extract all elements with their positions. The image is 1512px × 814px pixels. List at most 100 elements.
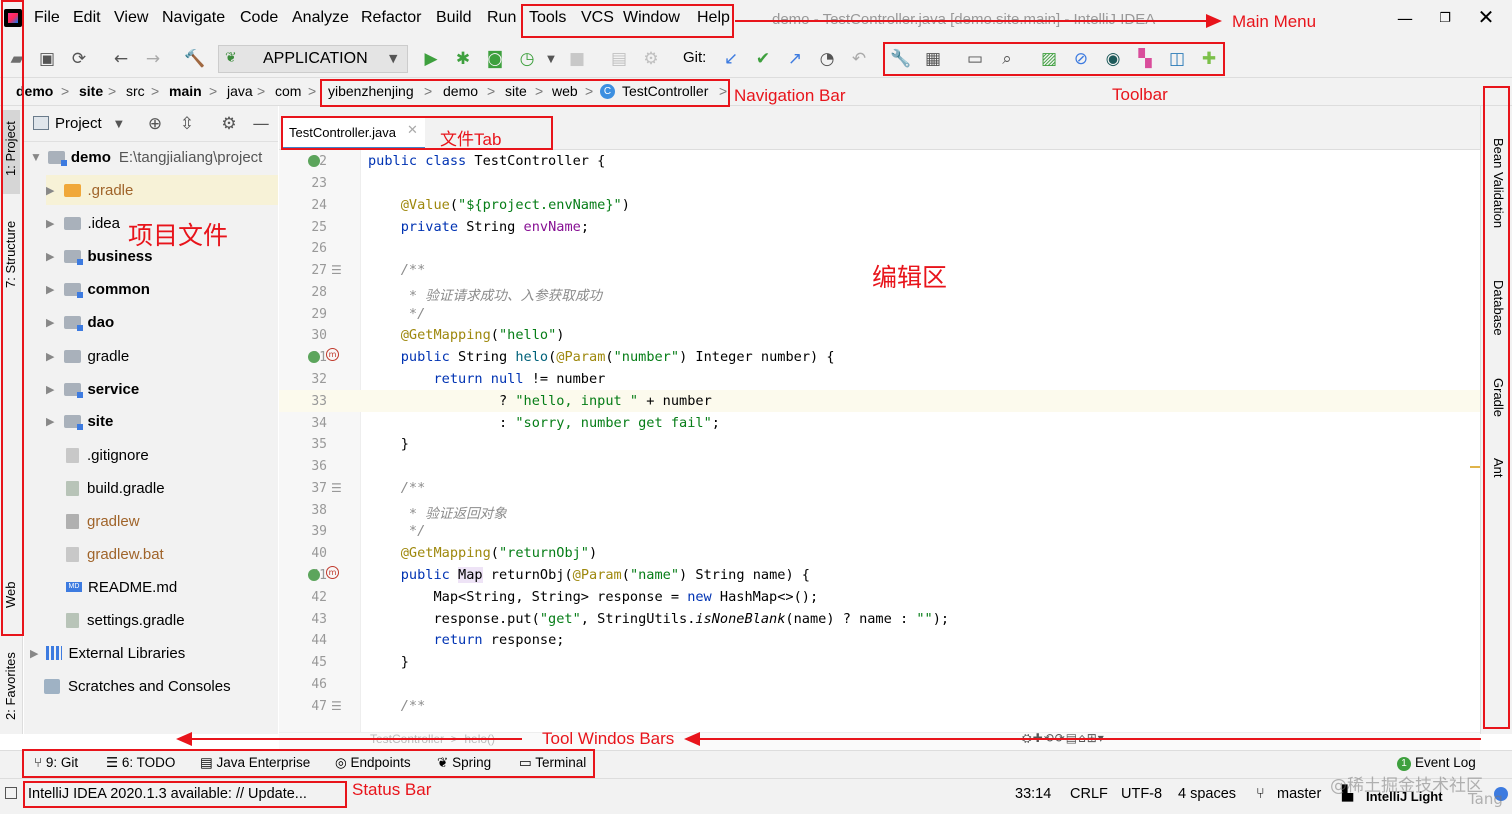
settings-wrench-icon[interactable]: 🔧 xyxy=(888,46,914,72)
crumb-com[interactable]: com xyxy=(275,83,301,99)
tree-item[interactable]: gradlew.bat xyxy=(66,539,164,569)
menu-run[interactable]: Run xyxy=(487,9,516,27)
tree-item[interactable]: gradlew xyxy=(66,506,140,536)
status-encoding[interactable]: UTF-8 xyxy=(1121,786,1162,802)
menu-vcs[interactable]: VCS xyxy=(581,9,614,27)
statistic-icon[interactable]: ▨ xyxy=(1036,46,1062,72)
puzzle-icon[interactable]: ✚ xyxy=(1196,46,1222,72)
status-branch[interactable]: master xyxy=(1277,786,1321,802)
tab-structure[interactable]: 7: Structure xyxy=(3,221,18,288)
doc-render-icon[interactable]: ☰ xyxy=(331,263,342,277)
close-tab-icon[interactable]: ✕ xyxy=(407,123,418,138)
tree-root[interactable]: ▼ demo E:\tangjialiang\project xyxy=(30,142,262,172)
save-icon[interactable]: ▣ xyxy=(34,46,60,72)
forward-icon[interactable]: → xyxy=(140,46,166,72)
doc-render-icon[interactable]: ☰ xyxy=(331,481,342,495)
tab-ant[interactable]: Ant xyxy=(1491,458,1506,478)
search-icon[interactable]: ⌕ xyxy=(994,46,1020,72)
jrebel-icon[interactable]: ◫ xyxy=(1164,46,1190,72)
tool-event-log[interactable]: Event Log xyxy=(1415,755,1476,770)
editor-tab[interactable]: TestController.java ✕ xyxy=(281,118,425,150)
mapping-gutter-icon[interactable]: m xyxy=(326,348,339,361)
tab-database[interactable]: Database xyxy=(1491,280,1506,336)
menu-view[interactable]: View xyxy=(114,9,148,27)
sync-icon[interactable]: ⟳ xyxy=(66,46,92,72)
tree-item[interactable]: settings.gradle xyxy=(66,605,185,635)
stop-icon[interactable]: ■ xyxy=(564,46,590,72)
debug-icon[interactable]: ✱ xyxy=(450,46,476,72)
status-indent[interactable]: 4 spaces xyxy=(1178,786,1236,802)
collapse-all-icon[interactable]: ⇳ xyxy=(177,114,197,134)
status-message[interactable]: IntelliJ IDEA 2020.1.3 available: // Upd… xyxy=(28,786,307,802)
tree-item[interactable]: ▶ gradle xyxy=(46,341,129,371)
git-push-icon[interactable]: ↗ xyxy=(782,46,808,72)
git-update-icon[interactable]: ↙ xyxy=(718,46,744,72)
crumb-src[interactable]: src xyxy=(126,83,145,99)
tool-endpoints[interactable]: ◎ Endpoints xyxy=(335,755,411,771)
attach-icon[interactable]: ▤ xyxy=(606,46,632,72)
profile-icon[interactable]: ◷ xyxy=(514,46,540,72)
crumb-main[interactable]: main xyxy=(169,83,202,99)
mapping-gutter-icon[interactable]: m xyxy=(326,566,339,579)
restore-icon[interactable]: ❐ xyxy=(1434,8,1456,28)
tool-java-enterprise[interactable]: ▤ Java Enterprise xyxy=(200,755,310,771)
back-icon[interactable]: ← xyxy=(108,46,134,72)
tree-item[interactable]: .gitignore xyxy=(66,440,149,470)
crumb-demo[interactable]: demo xyxy=(16,83,53,99)
locate-icon[interactable]: ⊕ xyxy=(145,114,165,134)
chevron-down-icon[interactable]: ▼ xyxy=(115,119,123,130)
crumb-testcontroller[interactable]: TestController xyxy=(622,83,708,99)
more-run-icon[interactable]: ▼ xyxy=(538,46,564,72)
tree-item[interactable]: ▶ common xyxy=(46,274,150,304)
hide-panel-icon[interactable]: — xyxy=(251,114,271,134)
tab-web[interactable]: Web xyxy=(3,582,18,609)
tree-item[interactable]: ▶ site xyxy=(46,406,113,436)
git-rollback-icon[interactable]: ↶ xyxy=(846,46,872,72)
open-folder-icon[interactable]: ▰ xyxy=(4,46,30,72)
tab-favorites[interactable]: 2: Favorites xyxy=(3,652,18,720)
menu-help[interactable]: Help xyxy=(697,9,730,27)
disable-icon[interactable]: ⊘ xyxy=(1068,46,1094,72)
status-position[interactable]: 33:14 xyxy=(1015,786,1051,802)
crumb-java[interactable]: java xyxy=(227,83,253,99)
tab-bean-validation[interactable]: Bean Validation xyxy=(1491,138,1506,228)
tab-gradle[interactable]: Gradle xyxy=(1491,378,1506,417)
crumb-web[interactable]: web xyxy=(552,83,578,99)
menu-edit[interactable]: Edit xyxy=(73,9,101,27)
plugin-grid-icon[interactable]: ▚ xyxy=(1132,46,1158,72)
build-hammer-icon[interactable]: 🔨 xyxy=(182,46,208,72)
menu-window[interactable]: Window xyxy=(623,9,680,27)
menu-build[interactable]: Build xyxy=(436,9,472,27)
tree-item[interactable]: ▶ service xyxy=(46,374,139,404)
tree-item[interactable]: ▶ External Libraries xyxy=(30,638,185,668)
spring-bean-gutter-icon[interactable] xyxy=(308,155,320,167)
menu-analyze[interactable]: Analyze xyxy=(292,9,349,27)
project-view-label[interactable]: Project xyxy=(55,115,102,132)
tree-item[interactable]: ▶ .idea xyxy=(46,208,120,238)
tool-todo[interactable]: ☰ 6: TODO xyxy=(106,755,175,771)
run-icon[interactable]: ▶ xyxy=(418,46,444,72)
run-config-select[interactable]: ❦ APPLICATION ▼ xyxy=(218,45,408,73)
menu-code[interactable]: Code xyxy=(240,9,278,27)
spring-bean-gutter-icon[interactable] xyxy=(308,351,320,363)
coverage-icon[interactable]: ◙ xyxy=(482,46,508,72)
menu-refactor[interactable]: Refactor xyxy=(361,9,421,27)
status-line-separator[interactable]: CRLF xyxy=(1070,786,1108,802)
minimize-icon[interactable]: — xyxy=(1394,8,1416,28)
deploy-icon[interactable]: ⚙ xyxy=(638,46,664,72)
crumb-demo-pkg[interactable]: demo xyxy=(443,83,478,99)
doc-render-icon[interactable]: ☰ xyxy=(331,699,342,713)
tool-terminal[interactable]: ▭ Terminal xyxy=(519,755,586,771)
menu-tools[interactable]: Tools xyxy=(529,9,566,27)
menu-navigate[interactable]: Navigate xyxy=(162,9,225,27)
tool-git[interactable]: ⑂ 9: Git xyxy=(34,755,78,770)
status-toggle-icon[interactable] xyxy=(5,787,17,799)
tree-item[interactable]: Scratches and Consoles xyxy=(44,671,231,701)
tool-spring[interactable]: ❦ Spring xyxy=(437,755,491,771)
tree-item[interactable]: MD README.md xyxy=(66,572,177,602)
crumb-site-pkg[interactable]: site xyxy=(505,83,527,99)
tree-item[interactable]: ▶ dao xyxy=(46,307,114,337)
project-structure-icon[interactable]: ▦ xyxy=(920,46,946,72)
menu-file[interactable]: File xyxy=(34,9,60,27)
crumb-site[interactable]: site xyxy=(79,83,103,99)
